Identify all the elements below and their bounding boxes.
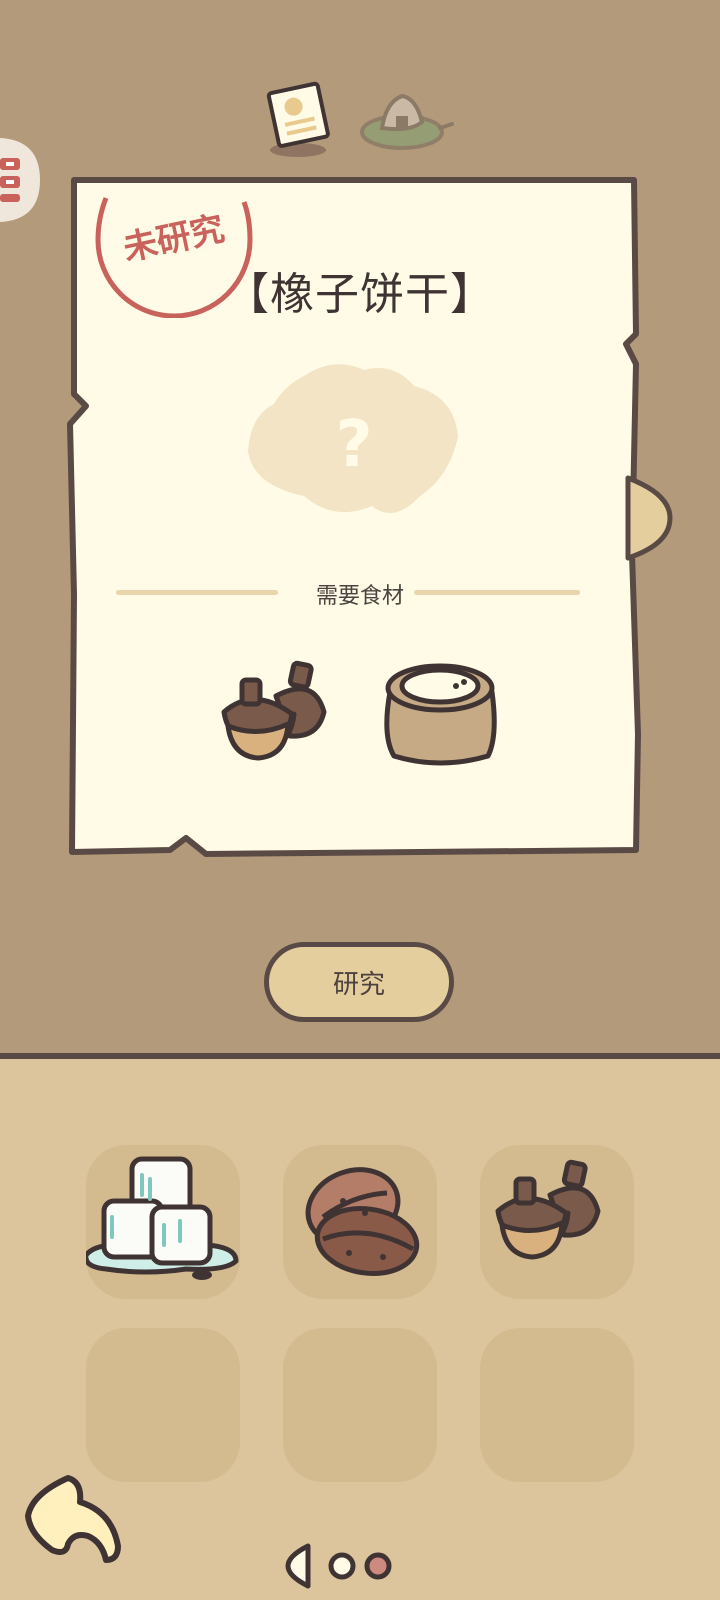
acorn-icon xyxy=(495,1159,601,1260)
pagination xyxy=(285,1543,392,1589)
page-dot-2 xyxy=(364,1552,392,1580)
recipe-card-icon[interactable] xyxy=(258,80,338,160)
question-mark-icon: ? xyxy=(335,408,372,482)
research-button[interactable]: 研究 xyxy=(264,942,454,1022)
inventory-slot-2[interactable] xyxy=(283,1145,437,1299)
prev-page-arrow xyxy=(285,1543,311,1589)
notebook-side-tab[interactable] xyxy=(0,138,44,222)
recipe-title: 【橡子饼干】 xyxy=(225,269,495,320)
page-dot-1 xyxy=(328,1552,356,1580)
inventory-slot-1[interactable] xyxy=(83,1145,240,1299)
ingredients-label: 需要食材 xyxy=(315,584,404,609)
inventory-slot-4[interactable] xyxy=(86,1328,240,1482)
onigiri-plate-icon[interactable] xyxy=(360,88,456,154)
coffee-bean-icon xyxy=(305,1167,420,1276)
acorn-icon xyxy=(221,660,327,761)
unknown-dish-silhouette: ? xyxy=(248,364,458,514)
inventory-slot-3[interactable] xyxy=(480,1145,634,1299)
back-arrow-icon[interactable] xyxy=(22,1472,126,1568)
next-recipe-arrow[interactable] xyxy=(624,474,676,564)
ice-cubes-icon xyxy=(83,1156,239,1280)
flour-sack-icon xyxy=(384,663,497,766)
inventory-slot-5[interactable] xyxy=(283,1328,437,1482)
inventory-slot-6[interactable] xyxy=(480,1328,634,1482)
